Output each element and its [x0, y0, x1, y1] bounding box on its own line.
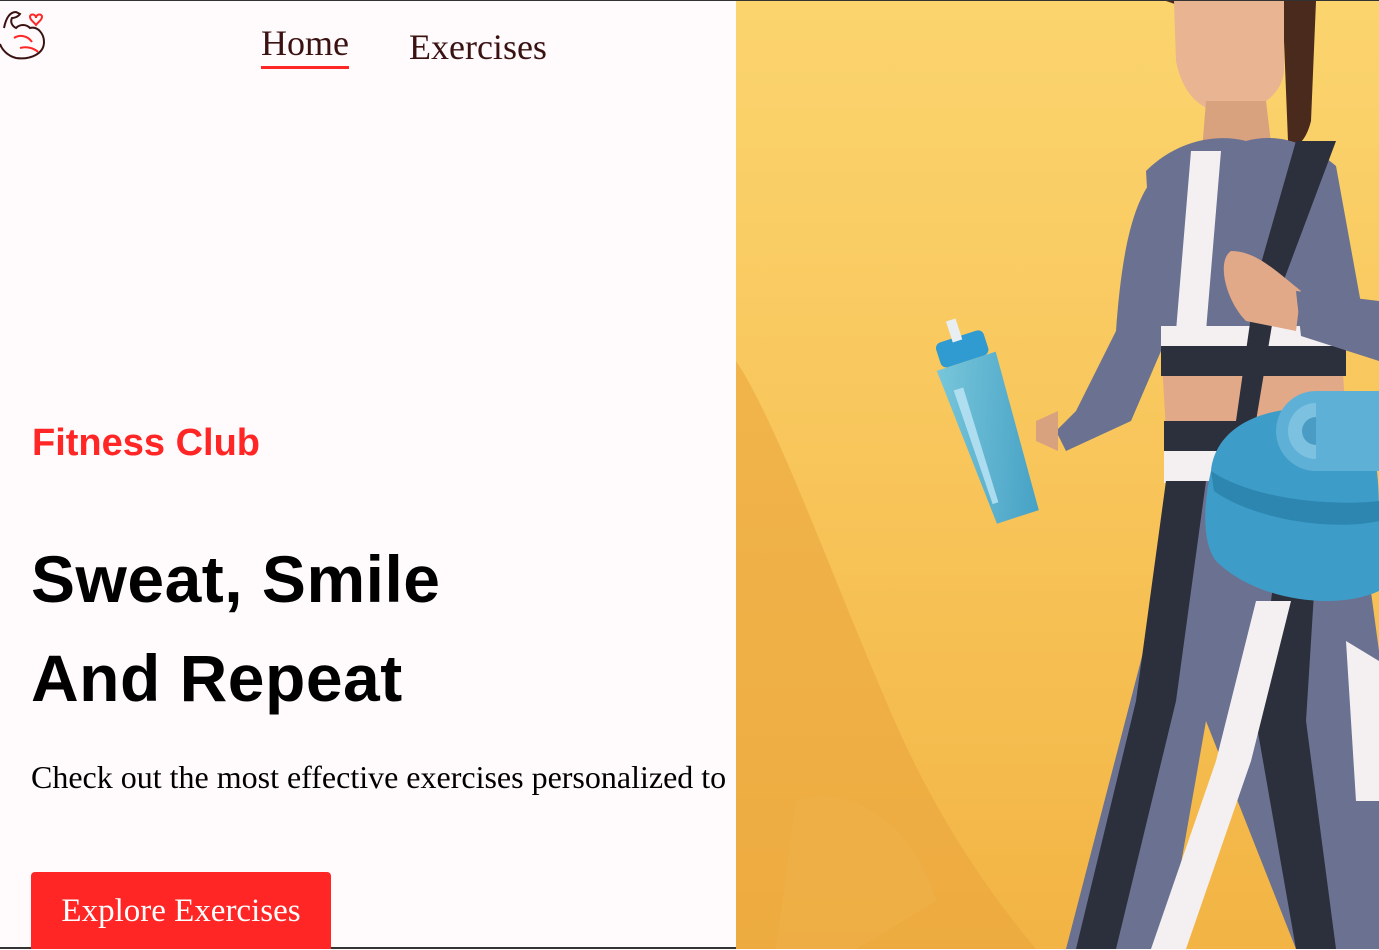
hero-headline-line-2: And Repeat: [31, 641, 403, 715]
explore-exercises-button[interactable]: Explore Exercises: [31, 872, 331, 949]
hero-kicker: Fitness Club: [32, 422, 261, 464]
nav-home-link[interactable]: Home: [261, 25, 349, 69]
hero-headline: Sweat, Smile And Repeat: [31, 530, 441, 728]
nav-exercises-link[interactable]: Exercises: [409, 29, 547, 65]
hero-headline-line-1: Sweat, Smile: [31, 542, 441, 616]
main-nav: Home Exercises: [0, 0, 736, 80]
hero-subtitle: Check out the most effective exercises p…: [31, 759, 731, 795]
hero-banner-image: [736, 1, 1379, 949]
woman-with-shaker-and-gym-bag-photo: [736, 1, 1379, 949]
